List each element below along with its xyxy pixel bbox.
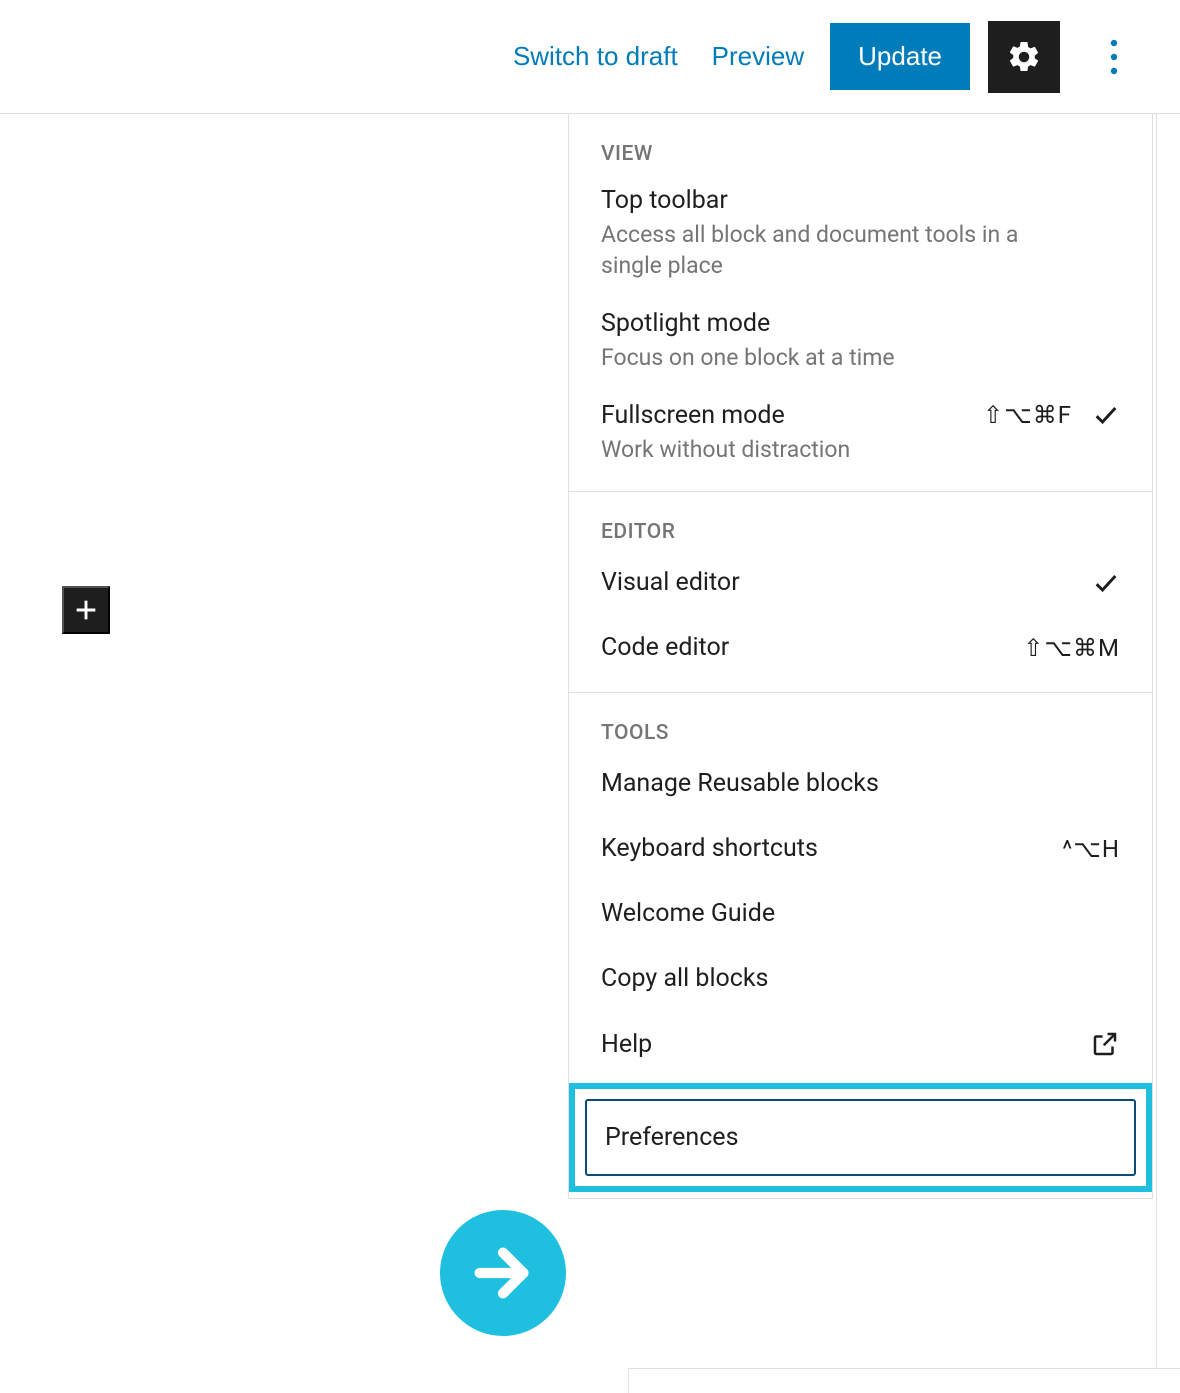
menu-desc: Work without distraction bbox=[601, 434, 850, 465]
check-icon bbox=[1092, 401, 1120, 429]
update-button[interactable]: Update bbox=[830, 23, 970, 90]
preferences-highlight: Preferences bbox=[569, 1083, 1152, 1192]
annotation-arrow bbox=[440, 1210, 566, 1336]
menu-desc: Focus on one block at a time bbox=[601, 342, 895, 373]
menu-label: Visual editor bbox=[601, 568, 740, 597]
kebab-icon bbox=[1110, 39, 1118, 75]
menu-item-help[interactable]: Help bbox=[569, 1011, 1152, 1077]
shortcut-text: ⇧⌥⌘M bbox=[1023, 634, 1120, 662]
settings-button[interactable] bbox=[988, 21, 1060, 93]
section-header-view: VIEW bbox=[569, 114, 1152, 172]
external-link-icon bbox=[1090, 1029, 1120, 1059]
gear-icon bbox=[1006, 39, 1042, 75]
shortcut-text: ^⌥H bbox=[1062, 835, 1120, 863]
menu-item-manage-reusable-blocks[interactable]: Manage Reusable blocks bbox=[569, 751, 1152, 816]
menu-item-preferences[interactable]: Preferences bbox=[585, 1099, 1136, 1176]
menu-label: Code editor bbox=[601, 633, 729, 662]
right-sidebar-edge bbox=[1156, 114, 1180, 1393]
menu-item-visual-editor[interactable]: Visual editor bbox=[569, 550, 1152, 615]
preview-button[interactable]: Preview bbox=[704, 31, 812, 82]
section-header-tools: TOOLS bbox=[569, 693, 1152, 751]
section-header-editor: EDITOR bbox=[569, 492, 1152, 550]
menu-item-keyboard-shortcuts[interactable]: Keyboard shortcuts ^⌥H bbox=[569, 816, 1152, 881]
check-icon bbox=[1092, 569, 1120, 597]
menu-item-copy-all-blocks[interactable]: Copy all blocks bbox=[569, 946, 1152, 1011]
menu-label: Fullscreen mode bbox=[601, 401, 850, 430]
shortcut-text: ⇧⌥⌘F bbox=[983, 401, 1072, 429]
menu-label: Spotlight mode bbox=[601, 309, 895, 338]
options-dropdown: VIEW Top toolbar Access all block and do… bbox=[568, 114, 1153, 1199]
menu-label: Copy all blocks bbox=[601, 964, 768, 993]
more-options-button[interactable] bbox=[1078, 21, 1150, 93]
menu-label: Preferences bbox=[605, 1123, 738, 1152]
menu-item-spotlight-mode[interactable]: Spotlight mode Focus on one block at a t… bbox=[569, 295, 1152, 387]
switch-to-draft-button[interactable]: Switch to draft bbox=[505, 31, 686, 82]
add-block-button[interactable] bbox=[62, 586, 110, 634]
menu-label: Help bbox=[601, 1030, 652, 1059]
menu-item-top-toolbar[interactable]: Top toolbar Access all block and documen… bbox=[569, 172, 1152, 295]
menu-item-welcome-guide[interactable]: Welcome Guide bbox=[569, 881, 1152, 946]
menu-label: Keyboard shortcuts bbox=[601, 834, 818, 863]
menu-desc: Access all block and document tools in a… bbox=[601, 219, 1021, 281]
menu-label: Manage Reusable blocks bbox=[601, 769, 879, 798]
menu-item-fullscreen-mode[interactable]: Fullscreen mode Work without distraction… bbox=[569, 387, 1152, 479]
menu-label: Welcome Guide bbox=[601, 899, 775, 928]
panel-fragment bbox=[628, 1368, 1180, 1393]
editor-topbar: Switch to draft Preview Update bbox=[0, 0, 1180, 114]
plus-icon bbox=[72, 596, 100, 624]
menu-label: Top toolbar bbox=[601, 186, 1021, 215]
arrow-right-icon bbox=[468, 1238, 538, 1308]
menu-item-code-editor[interactable]: Code editor ⇧⌥⌘M bbox=[569, 615, 1152, 680]
